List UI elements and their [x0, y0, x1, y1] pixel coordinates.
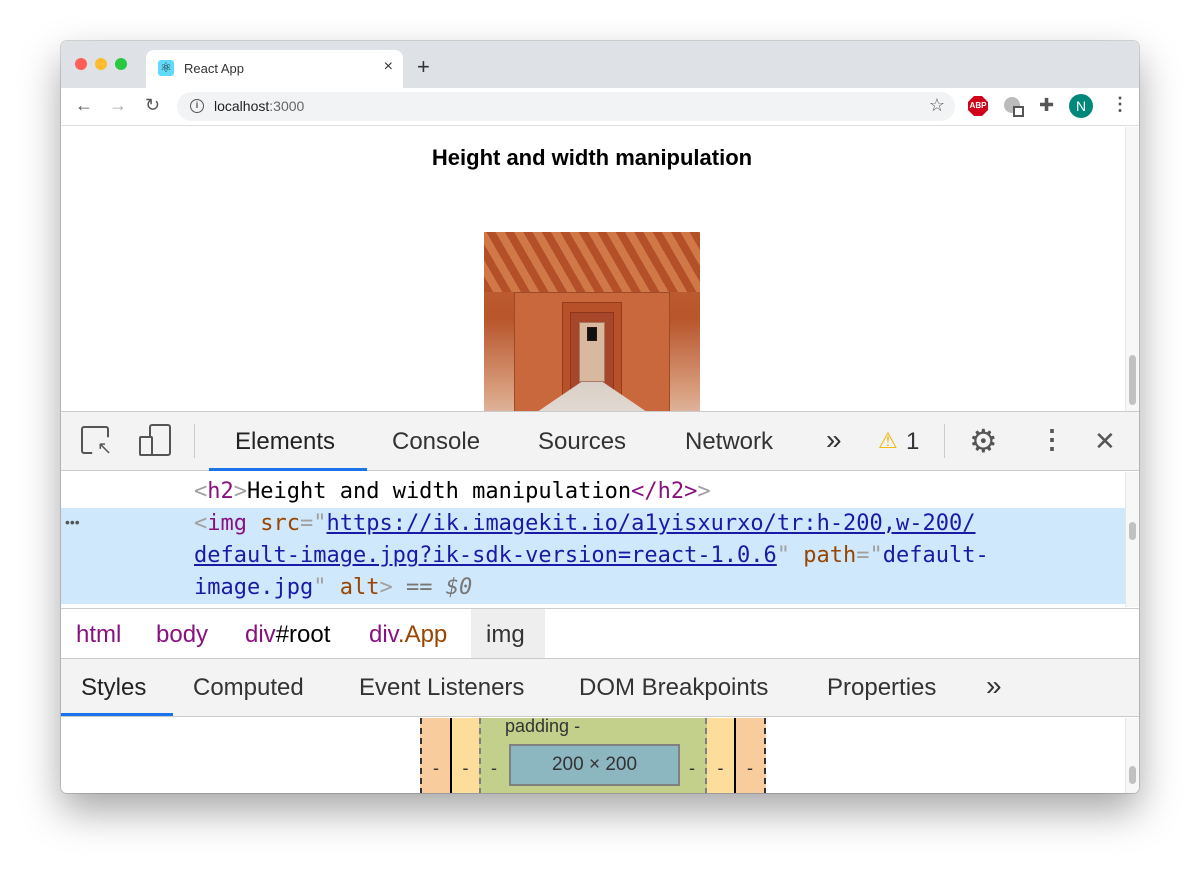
dom-scrollbar-thumb[interactable] [1129, 522, 1136, 540]
profile-avatar[interactable]: N [1069, 94, 1093, 118]
dom-tree-scrollbar[interactable] [1125, 472, 1139, 607]
url-host: localhost [214, 98, 270, 114]
src-link-cont[interactable]: default-image.jpg?ik-sdk-version=react-1… [194, 543, 777, 568]
toolbar-divider [194, 424, 195, 458]
padding-left-value: - [491, 758, 497, 778]
src-link[interactable]: https://ik.imagekit.io/a1yisxurxo/tr:h-2… [327, 511, 976, 536]
puzzle-extensions-icon[interactable]: ✚ [1039, 95, 1054, 116]
active-subtab-indicator [61, 713, 173, 716]
address-bar[interactable]: i localhost:3000 ☆ [177, 92, 955, 121]
border-left: - [450, 718, 479, 793]
more-tabs-button[interactable]: » [826, 424, 842, 456]
bookmark-star-icon[interactable]: ☆ [929, 95, 945, 116]
window-badge-icon [1013, 106, 1024, 117]
node-actions-ellipsis[interactable]: ••• [65, 514, 80, 530]
page-heading: Height and width manipulation [431, 145, 753, 170]
styles-subtabs: Styles Computed Event Listeners DOM Brea… [61, 659, 1139, 717]
margin-left: - [420, 718, 450, 793]
subtab-event-listeners[interactable]: Event Listeners [359, 674, 524, 702]
styles-scrollbar-thumb[interactable] [1129, 766, 1136, 784]
dom-node-h2[interactable]: <h2>Height and width manipulation</h2>> [194, 476, 711, 508]
padding-label: padding - [505, 716, 581, 736]
devtools-menu-icon[interactable]: ⋮ [1039, 424, 1065, 455]
new-tab-button[interactable]: + [417, 54, 430, 80]
subtabs-more-button[interactable]: » [986, 670, 1002, 702]
breadcrumb-html[interactable]: html [76, 621, 121, 649]
styles-scrollbar[interactable] [1125, 718, 1139, 793]
device-phone-icon [139, 436, 153, 456]
warning-count[interactable]: 1 [906, 428, 919, 456]
dom-tree: <h2>Height and width manipulation</h2>> … [61, 472, 1139, 607]
cursor-arrow-icon: ↖ [97, 438, 113, 458]
react-favicon-icon: ⚛ [158, 60, 174, 76]
dom-node-img-line3[interactable]: image.jpg" alt> == $0 [194, 572, 472, 604]
breadcrumb-div-root[interactable]: div#root [245, 621, 330, 649]
maximize-window-button[interactable] [115, 58, 127, 70]
browser-window: ⚛ React App × + ← → ↻ i localhost:3000 ☆… [61, 41, 1139, 793]
close-tab-icon[interactable]: × [384, 58, 393, 76]
url-port: :3000 [269, 98, 305, 114]
page-viewport: Height and width manipulation [61, 127, 1139, 448]
breadcrumb-div-app[interactable]: div.App [369, 621, 447, 649]
subtab-computed[interactable]: Computed [193, 674, 304, 702]
browser-tab[interactable]: ⚛ React App × [146, 50, 403, 88]
tab-network[interactable]: Network [685, 428, 773, 456]
page-scrollbar[interactable] [1125, 127, 1139, 411]
margin-right: - [736, 718, 766, 793]
settings-gear-icon[interactable]: ⚙ [969, 422, 998, 460]
close-devtools-icon[interactable]: ✕ [1094, 426, 1116, 457]
toolbar-divider [944, 424, 945, 458]
tab-sources[interactable]: Sources [538, 428, 626, 456]
padding-box: padding - - 200 × 200 - [479, 716, 707, 793]
tab-strip: ⚛ React App × + [61, 41, 1139, 88]
devtools-toolbar: ↖ Elements Console Sources Network » ⚠ 1… [61, 412, 1139, 471]
subtab-properties[interactable]: Properties [827, 674, 936, 702]
devtools-panel: ↖ Elements Console Sources Network » ⚠ 1… [61, 411, 1139, 793]
browser-toolbar: ← → ↻ i localhost:3000 ☆ ABP ✚ N ⋮ [61, 88, 1139, 126]
dom-node-img-line2[interactable]: default-image.jpg?ik-sdk-version=react-1… [194, 540, 989, 572]
warning-icon[interactable]: ⚠ [878, 428, 898, 454]
tab-title: React App [184, 61, 244, 76]
forward-icon[interactable]: → [109, 95, 127, 116]
tab-elements[interactable]: Elements [235, 428, 335, 456]
info-icon[interactable]: i [190, 99, 204, 113]
breadcrumb-img[interactable]: img [486, 621, 525, 649]
content-box[interactable]: 200 × 200 [509, 744, 680, 786]
page-scrollbar-thumb[interactable] [1129, 355, 1136, 405]
active-tab-indicator [209, 468, 367, 471]
subtab-dom-breakpoints[interactable]: DOM Breakpoints [579, 674, 768, 702]
close-window-button[interactable] [75, 58, 87, 70]
breadcrumb: html body div#root div.App img [61, 608, 1139, 659]
browser-menu-icon[interactable]: ⋮ [1111, 94, 1129, 115]
border-right: - [707, 718, 736, 793]
tab-console[interactable]: Console [392, 428, 480, 456]
adblock-extension-icon[interactable]: ABP [968, 96, 988, 116]
subtab-styles[interactable]: Styles [81, 674, 146, 702]
breadcrumb-body[interactable]: body [156, 621, 208, 649]
reload-icon[interactable]: ↻ [145, 95, 160, 116]
url-text[interactable]: localhost:3000 [214, 98, 304, 114]
padding-right-value: - [689, 758, 695, 778]
minimize-window-button[interactable] [95, 58, 107, 70]
back-icon[interactable]: ← [75, 95, 93, 116]
dom-node-img-line1[interactable]: <img src="https://ik.imagekit.io/a1yisxu… [194, 508, 976, 540]
